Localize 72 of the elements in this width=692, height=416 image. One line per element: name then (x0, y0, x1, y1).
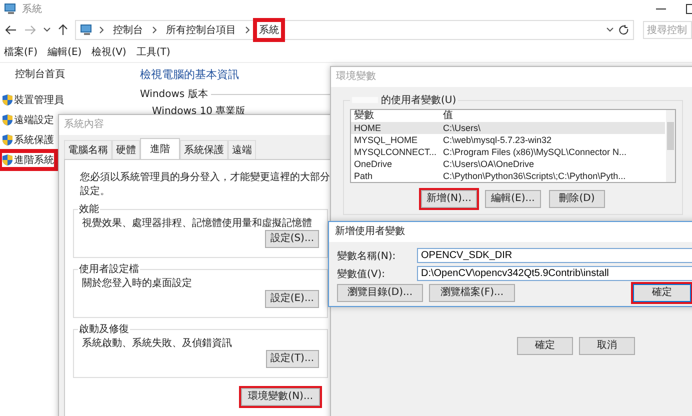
environment-variables-button[interactable]: 環境變數(N)... (241, 388, 320, 406)
dialog-title: 系統內容 (59, 115, 331, 135)
dialog-button[interactable]: 瀏覽目錄(D)... (337, 284, 423, 302)
tab[interactable]: 進階 (140, 138, 180, 159)
dialog-button[interactable]: 確定 (517, 337, 573, 355)
shield-icon (2, 114, 13, 126)
tab[interactable]: 遠端 (228, 140, 256, 159)
settings-button[interactable]: 設定(E)... (265, 290, 319, 308)
group-title: 效能 (78, 202, 100, 216)
group-description: 關於您登入時的桌面設定 (82, 276, 193, 290)
list-action-button[interactable]: 新增(N)... (421, 190, 477, 208)
back-arrow-icon[interactable] (5, 25, 17, 35)
breadcrumb-item[interactable]: 系統 (255, 20, 283, 40)
column-header[interactable]: 變數 (351, 110, 440, 122)
menu-item[interactable]: 檔案(F) (4, 45, 38, 59)
dropdown-caret-icon[interactable] (606, 27, 614, 33)
admin-note: 您必須以系統管理員的身分登入，才能變更這裡的大部分設定。 (80, 170, 330, 198)
dialog-button[interactable]: 確定 (633, 284, 691, 302)
tab[interactable]: 硬體 (112, 140, 140, 159)
shield-icon (2, 154, 13, 166)
variable-row[interactable]: HOME C:\Users\ (351, 122, 665, 134)
group-description: 系統啟動、系統失敗、及偵錯資訊 (82, 336, 233, 350)
maximize-icon[interactable] (686, 4, 692, 14)
menu-item[interactable]: 編輯(E) (48, 45, 82, 59)
field-label: 變數值(V): (337, 268, 386, 280)
text-field[interactable]: D:\OpenCV\opencv342Qt5.9Contrib\install (417, 266, 692, 281)
search-field[interactable]: 搜尋控制 (643, 21, 692, 39)
group-description: 視覺效果、處理器排程、記憶體使用量和虛擬記憶體 (82, 216, 313, 230)
sidebar-link[interactable]: 系統保護 (0, 131, 56, 149)
variable-row[interactable]: MYSQL_HOME C:\web\mysql-5.7.23-win32 (351, 134, 665, 146)
refresh-icon[interactable] (619, 25, 629, 35)
chevron-icon (99, 26, 104, 34)
computer-icon (4, 3, 18, 15)
window-title: 系統 (22, 2, 42, 16)
sidebar-link[interactable]: 遠端設定 (0, 111, 56, 129)
dialog-title: 新增使用者變數 (334, 224, 406, 239)
scrollbar[interactable] (666, 110, 675, 182)
settings-button[interactable]: 設定(T)... (266, 350, 319, 368)
sidebar-link[interactable]: 裝置管理員 (0, 91, 66, 109)
group-title: 的使用者變數(U) (350, 93, 458, 107)
variable-row[interactable]: OneDrive C:\Users\OA\OneDrive (351, 158, 665, 170)
dialog-button[interactable]: 瀏覽檔案(F)... (429, 284, 515, 302)
field-label: 變數名稱(N): (337, 250, 397, 262)
list-action-button[interactable]: 編輯(E)... (485, 190, 541, 208)
sidebar-link[interactable]: 進階系統 (0, 151, 56, 169)
variable-row[interactable]: MYSQLCONNECT... C:\Program Files (x86)\MySQL\Connector N... (351, 146, 665, 158)
group-title: 使用者設定檔 (78, 262, 140, 276)
text-field[interactable]: OPENCV_SDK_DIR (417, 248, 692, 263)
computer-icon (80, 24, 94, 36)
address-bar[interactable]: 控制台 所有控制台項目 系統 (75, 20, 634, 40)
column-header[interactable]: 值 (440, 110, 529, 122)
dialog-title: 環境變數 (331, 67, 692, 87)
breadcrumb-item[interactable]: 所有控制台項目 (162, 20, 240, 40)
group-title: 啟動及修復 (78, 323, 130, 336)
settings-button[interactable]: 設定(S)... (265, 230, 319, 248)
chevron-icon (245, 26, 250, 34)
sidebar-link[interactable]: 控制台首頁 (0, 67, 132, 81)
page-heading: 檢視電腦的基本資訊 (140, 67, 239, 82)
shield-icon (2, 134, 13, 146)
menu-item[interactable]: 工具(T) (136, 45, 170, 59)
shield-icon (2, 94, 13, 106)
section-label: Windows 版本 (140, 88, 208, 101)
list-action-button[interactable]: 刪除(D) (549, 190, 605, 208)
dropdown-caret-icon[interactable] (43, 27, 51, 33)
tab[interactable]: 電腦名稱 (64, 140, 112, 159)
up-arrow-icon[interactable] (58, 24, 68, 36)
variable-row[interactable]: Path C:\Python\Python36\Scripts\;C:\Python\Pyth... (351, 170, 665, 182)
dialog-button[interactable]: 取消 (579, 337, 635, 355)
chevron-icon (152, 26, 157, 34)
menu-item[interactable]: 檢視(V) (92, 45, 126, 59)
tab[interactable]: 系統保護 (180, 140, 228, 159)
breadcrumb-item[interactable]: 控制台 (109, 20, 147, 40)
